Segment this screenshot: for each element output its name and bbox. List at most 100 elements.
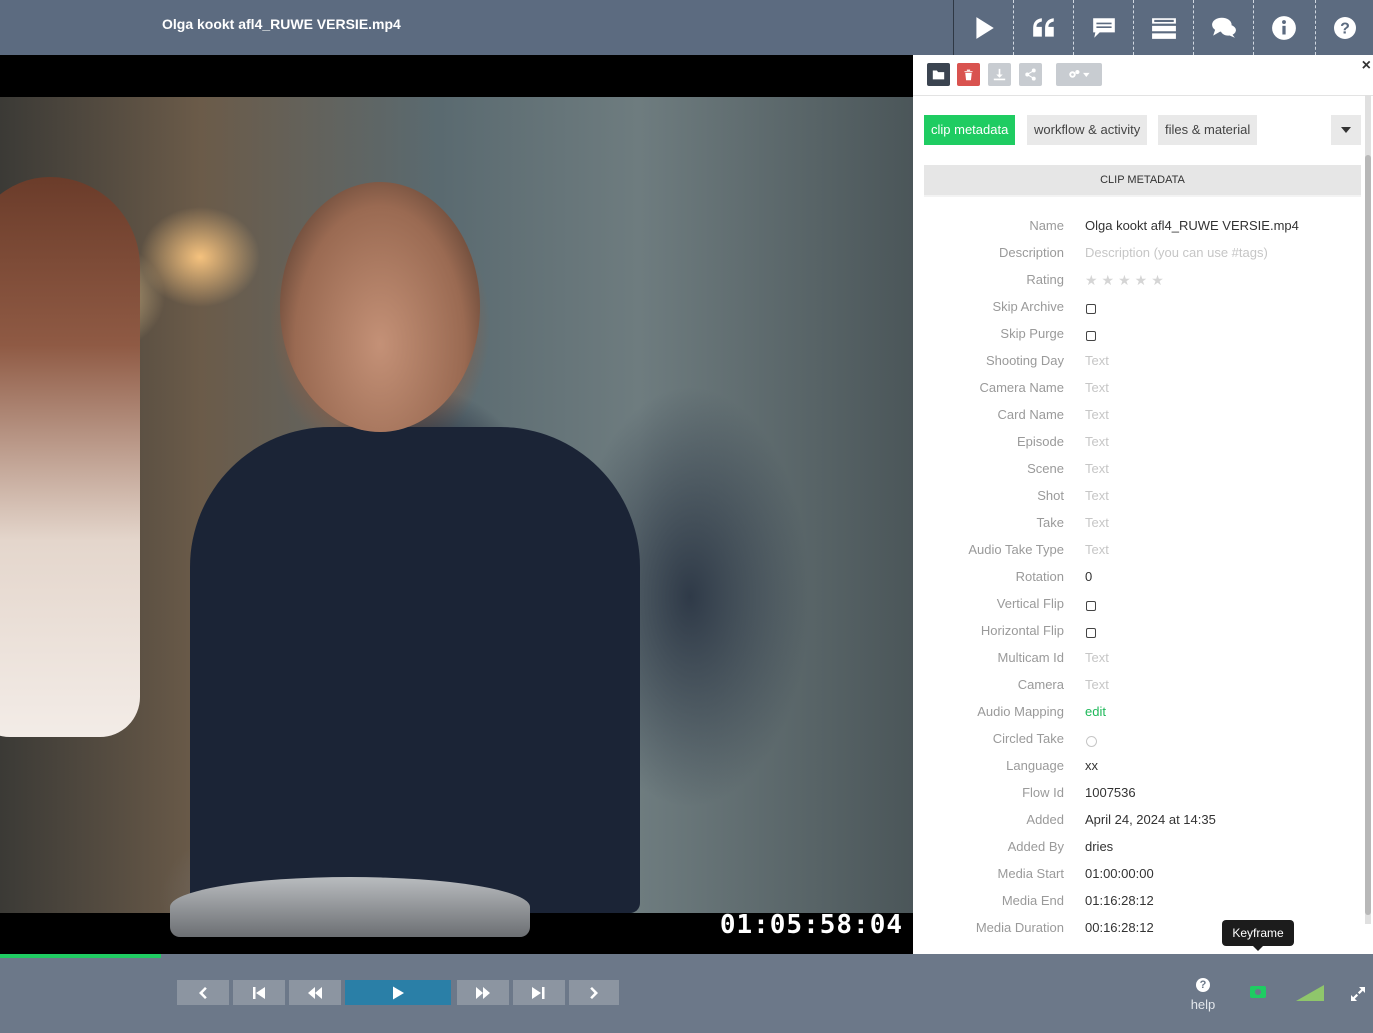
- quote-button[interactable]: [1013, 0, 1073, 55]
- video-player[interactable]: 01:05:58:04: [0, 55, 913, 954]
- field-label: Rating: [1026, 272, 1064, 287]
- field-label: Camera Name: [979, 380, 1064, 395]
- playback-progress[interactable]: [0, 954, 161, 958]
- field-row-language: Language xx: [913, 755, 1373, 782]
- field-label: Skip Purge: [1000, 326, 1064, 341]
- field-row-camera-name: Camera Name Text: [913, 377, 1373, 404]
- field-label: Audio Take Type: [968, 542, 1064, 557]
- share-button[interactable]: [1019, 63, 1042, 86]
- help-button[interactable]: ?: [1315, 0, 1373, 55]
- field-row-rotation: Rotation 0: [913, 566, 1373, 593]
- fast-forward-button[interactable]: [457, 980, 509, 1005]
- video-frame: [0, 97, 913, 937]
- circled-take-toggle[interactable]: [1086, 736, 1097, 747]
- field-row-card-name: Card Name Text: [913, 404, 1373, 431]
- camera-value[interactable]: Text: [1085, 677, 1109, 692]
- skip-to-end-button[interactable]: [513, 980, 565, 1005]
- play-icon: [393, 986, 404, 999]
- settings-icon: [1069, 69, 1090, 78]
- skip-purge-checkbox[interactable]: [1086, 331, 1096, 341]
- multicam-id-value[interactable]: Text: [1085, 650, 1109, 665]
- added-by-value: dries: [1085, 839, 1114, 854]
- field-label: Audio Mapping: [977, 704, 1064, 719]
- comment-icon: [1092, 17, 1115, 38]
- trash-icon: [964, 69, 973, 81]
- comment-button[interactable]: [1073, 0, 1133, 55]
- tabs-dropdown-button[interactable]: [1331, 115, 1361, 145]
- scene-value[interactable]: Text: [1085, 461, 1109, 476]
- folder-icon: [932, 70, 945, 80]
- vertical-flip-checkbox[interactable]: [1086, 601, 1096, 611]
- shot-value[interactable]: Text: [1085, 488, 1109, 503]
- settings-dropdown-button[interactable]: [1056, 63, 1102, 86]
- next-clip-button[interactable]: [569, 980, 619, 1005]
- volume-icon[interactable]: [1296, 985, 1324, 1001]
- card-name-value[interactable]: Text: [1085, 407, 1109, 422]
- share-icon: [1025, 68, 1036, 81]
- download-button[interactable]: [988, 63, 1011, 86]
- list-button[interactable]: [1133, 0, 1193, 55]
- keyframe-tooltip: Keyframe: [1222, 920, 1294, 951]
- quote-icon: [1032, 17, 1054, 37]
- field-label: Vertical Flip: [996, 596, 1064, 611]
- name-value[interactable]: Olga kookt afl4_RUWE VERSIE.mp4: [1085, 218, 1299, 233]
- audio-mapping-link[interactable]: edit: [1085, 704, 1106, 719]
- tab-files-material[interactable]: files & material: [1158, 115, 1258, 145]
- field-row-rating: Rating ★★★★★: [913, 269, 1373, 296]
- play-button[interactable]: [345, 980, 451, 1005]
- rating-stars[interactable]: ★★★★★: [1085, 272, 1168, 289]
- media-end-value: 01:16:28:12: [1085, 893, 1154, 908]
- flow-id-value: 1007536: [1085, 785, 1136, 800]
- field-label: Name: [1029, 218, 1064, 233]
- field-label: Shooting Day: [985, 353, 1064, 368]
- play-mode-button[interactable]: [953, 0, 1013, 55]
- question-icon: ?: [1334, 16, 1356, 39]
- media-duration-value: 00:16:28:12: [1085, 920, 1154, 935]
- field-row-scene: Scene Text: [913, 458, 1373, 485]
- info-button[interactable]: [1253, 0, 1313, 55]
- scrollbar-thumb[interactable]: [1365, 155, 1371, 915]
- tab-clip-metadata[interactable]: clip metadata: [924, 115, 1016, 145]
- take-value[interactable]: Text: [1085, 515, 1109, 530]
- info-icon: [1271, 15, 1296, 40]
- field-label: Media Duration: [975, 920, 1064, 935]
- folder-button[interactable]: [927, 63, 950, 86]
- download-icon: [993, 68, 1006, 81]
- field-row-shot: Shot Text: [913, 485, 1373, 512]
- field-row-horizontal-flip: Horizontal Flip: [913, 620, 1373, 647]
- panel-toolbar: ×: [913, 55, 1373, 96]
- description-value[interactable]: Description (you can use #tags): [1085, 245, 1268, 260]
- field-row-multicam-id: Multicam Id Text: [913, 647, 1373, 674]
- field-label: Card Name: [997, 407, 1064, 422]
- close-panel-button[interactable]: ×: [1362, 57, 1371, 75]
- svg-text:?: ?: [1340, 20, 1350, 37]
- shooting-day-value[interactable]: Text: [1085, 353, 1109, 368]
- field-label: Media End: [1001, 893, 1064, 908]
- caret-down-icon: [1341, 127, 1351, 133]
- top-bar: Olga kookt afl4_RUWE VERSIE.mp4 ?: [0, 0, 1373, 55]
- horizontal-flip-checkbox[interactable]: [1086, 628, 1096, 638]
- panel-scrollbar[interactable]: [1365, 95, 1371, 924]
- previous-clip-button[interactable]: [177, 980, 229, 1005]
- skip-to-start-button[interactable]: [233, 980, 285, 1005]
- player-help-button[interactable]: ? help: [1185, 978, 1221, 1012]
- audio-take-type-value[interactable]: Text: [1085, 542, 1109, 557]
- rotation-value: 0: [1085, 569, 1093, 584]
- added-value: April 24, 2024 at 14:35: [1085, 812, 1216, 827]
- field-row-flow-id: Flow Id 1007536: [913, 782, 1373, 809]
- camera-name-value[interactable]: Text: [1085, 380, 1109, 395]
- fast-forward-icon: [476, 986, 490, 999]
- fullscreen-button[interactable]: [1350, 986, 1366, 1002]
- skip-archive-checkbox[interactable]: [1086, 304, 1096, 314]
- play-icon: [975, 16, 994, 39]
- delete-button[interactable]: [957, 63, 980, 86]
- rewind-button[interactable]: [289, 980, 341, 1005]
- next-icon: [590, 986, 598, 999]
- rewind-icon: [308, 986, 322, 999]
- chat-button[interactable]: [1193, 0, 1253, 55]
- episode-value[interactable]: Text: [1085, 434, 1109, 449]
- field-row-description: Description Description (you can use #tag…: [913, 242, 1373, 269]
- list-icon: [1151, 17, 1176, 39]
- tab-workflow-activity[interactable]: workflow & activity: [1027, 115, 1148, 145]
- camera-keyframe-icon[interactable]: [1250, 986, 1266, 998]
